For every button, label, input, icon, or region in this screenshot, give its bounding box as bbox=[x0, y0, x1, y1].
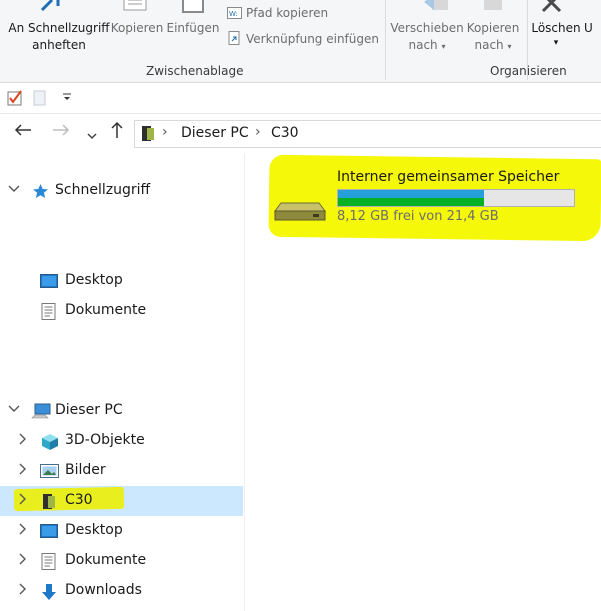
tree-label-documents-quick: Dokumente bbox=[65, 302, 147, 318]
svg-text:W:: W: bbox=[229, 10, 238, 18]
tree-item-pictures[interactable]: Bilder bbox=[0, 456, 243, 486]
move-label-line2: nach ▾ bbox=[408, 38, 446, 52]
address-bar-row: › Dieser PC › C30 bbox=[0, 114, 601, 152]
address-box[interactable]: › Dieser PC › C30 bbox=[134, 120, 601, 148]
device-icon bbox=[141, 125, 155, 146]
copy-path-button[interactable]: W: Pfad kopieren bbox=[227, 5, 328, 21]
chevron-right-icon[interactable] bbox=[18, 463, 26, 478]
copy-button[interactable]: Kopieren bbox=[108, 20, 166, 37]
copy-label: Kopieren bbox=[110, 21, 164, 35]
move-dropdown-icon: ▾ bbox=[441, 42, 446, 51]
quick-access-toolbar bbox=[0, 83, 601, 114]
tree-item-quick-access[interactable]: Schnellzugriff bbox=[0, 176, 243, 206]
cube-3d-icon bbox=[41, 433, 58, 450]
documents-icon bbox=[41, 303, 58, 320]
paste-label: Einfügen bbox=[166, 21, 220, 35]
clipboard-group-label: Zwischenablage bbox=[146, 64, 244, 78]
breadcrumb-this-pc[interactable]: Dieser PC bbox=[181, 125, 249, 141]
tree-label-downloads: Downloads bbox=[65, 582, 142, 598]
recent-locations-chevron-icon[interactable] bbox=[87, 126, 97, 146]
paste-shortcut-button[interactable]: Verknüpfung einfügen bbox=[227, 31, 379, 47]
documents-icon bbox=[41, 553, 58, 570]
download-arrow-icon bbox=[41, 583, 58, 600]
computer-icon bbox=[31, 403, 51, 420]
breadcrumb-c30[interactable]: C30 bbox=[271, 125, 299, 141]
delete-button[interactable]: Löschen ▾ bbox=[528, 20, 584, 49]
paste-icon bbox=[180, 0, 206, 14]
breadcrumb-separator-icon: › bbox=[162, 124, 168, 140]
drive-usage-fill bbox=[338, 190, 485, 206]
move-label-line1: Verschieben bbox=[390, 21, 464, 35]
tree-item-downloads[interactable]: Downloads bbox=[0, 576, 243, 606]
copyto-label-line1: Kopieren bbox=[466, 21, 520, 35]
tree-label-desktop: Desktop bbox=[65, 522, 123, 538]
tree-item-desktop[interactable]: Desktop bbox=[0, 516, 243, 546]
tree-label-quick-access: Schnellzugriff bbox=[55, 182, 151, 198]
pin-label-line2: anheften bbox=[32, 38, 86, 52]
copyto-label-line2: nach ▾ bbox=[474, 38, 512, 52]
paste-shortcut-label: Verknüpfung einfügen bbox=[246, 32, 379, 46]
tree-item-c30[interactable]: C30 bbox=[0, 486, 243, 516]
chevron-right-icon[interactable] bbox=[18, 583, 26, 598]
new-folder-icon[interactable] bbox=[33, 90, 47, 110]
breadcrumb-separator-icon: › bbox=[255, 124, 261, 140]
copy-icon bbox=[122, 0, 150, 12]
desktop-icon bbox=[40, 523, 58, 540]
tree-label-this-pc: Dieser PC bbox=[55, 402, 123, 418]
delete-icon bbox=[540, 0, 564, 14]
back-arrow-icon[interactable] bbox=[14, 122, 32, 142]
copy-to-icon bbox=[480, 0, 506, 12]
tree-label-desktop-quick: Desktop bbox=[65, 272, 123, 288]
move-to-button[interactable]: Verschieben nach ▾ bbox=[388, 20, 466, 55]
navigation-pane: Schnellzugriff Desktop Dokumente Dieser … bbox=[0, 153, 245, 611]
copyto-dropdown-icon: ▾ bbox=[507, 42, 512, 51]
rename-button[interactable]: U bbox=[584, 20, 601, 37]
drive-usage-bar bbox=[337, 189, 575, 207]
drive-icon bbox=[273, 197, 327, 227]
organize-group-label: Organisieren bbox=[490, 64, 567, 78]
tree-item-3d-objects[interactable]: 3D-Objekte bbox=[0, 426, 243, 456]
chevron-down-icon[interactable] bbox=[8, 183, 20, 197]
paste-button[interactable]: Einfügen bbox=[166, 20, 220, 37]
ribbon-group-separator bbox=[385, 0, 386, 80]
copy-path-label: Pfad kopieren bbox=[246, 6, 329, 20]
pictures-icon bbox=[40, 463, 59, 480]
qat-customize-dropdown-icon[interactable] bbox=[62, 88, 72, 105]
chevron-right-icon[interactable] bbox=[18, 493, 26, 508]
chevron-right-icon[interactable] bbox=[18, 553, 26, 568]
pin-to-quick-access-button[interactable]: An Schnellzugriff anheften bbox=[4, 20, 114, 54]
properties-check-icon[interactable] bbox=[7, 90, 23, 110]
desktop-icon bbox=[40, 273, 58, 290]
drive-free-space: 8,12 GB frei von 21,4 GB bbox=[337, 209, 499, 224]
tree-item-documents-quick[interactable]: Dokumente bbox=[0, 296, 243, 326]
tree-item-desktop-quick[interactable]: Desktop bbox=[0, 266, 243, 296]
copy-to-button[interactable]: Kopieren nach ▾ bbox=[462, 20, 524, 55]
chevron-right-icon[interactable] bbox=[18, 523, 26, 538]
drive-name: Interner gemeinsamer Speicher bbox=[337, 169, 560, 185]
tree-label-pictures: Bilder bbox=[65, 462, 106, 478]
content-pane: Interner gemeinsamer Speicher 8,12 GB fr… bbox=[245, 153, 601, 611]
up-arrow-icon[interactable] bbox=[110, 121, 124, 144]
delete-label: Löschen bbox=[531, 21, 581, 35]
pin-icon bbox=[38, 0, 62, 12]
device-icon bbox=[42, 493, 59, 510]
forward-arrow-icon[interactable] bbox=[52, 122, 70, 142]
chevron-down-icon[interactable] bbox=[8, 403, 20, 417]
copy-path-icon: W: bbox=[227, 7, 242, 19]
delete-dropdown-icon: ▾ bbox=[553, 38, 559, 48]
tree-label-3d-objects: 3D-Objekte bbox=[65, 432, 145, 448]
tree-label-documents: Dokumente bbox=[65, 552, 147, 568]
tree-item-documents[interactable]: Dokumente bbox=[0, 546, 243, 576]
move-to-icon bbox=[424, 0, 450, 12]
ribbon: An Schnellzugriff anheften Kopieren Einf… bbox=[0, 0, 601, 83]
star-icon bbox=[32, 183, 49, 200]
tree-item-this-pc[interactable]: Dieser PC bbox=[0, 396, 243, 426]
chevron-right-icon[interactable] bbox=[18, 433, 26, 448]
paste-shortcut-icon bbox=[227, 31, 242, 45]
tree-label-c30: C30 bbox=[65, 492, 93, 508]
pin-label-line1: An Schnellzugriff bbox=[8, 21, 110, 35]
